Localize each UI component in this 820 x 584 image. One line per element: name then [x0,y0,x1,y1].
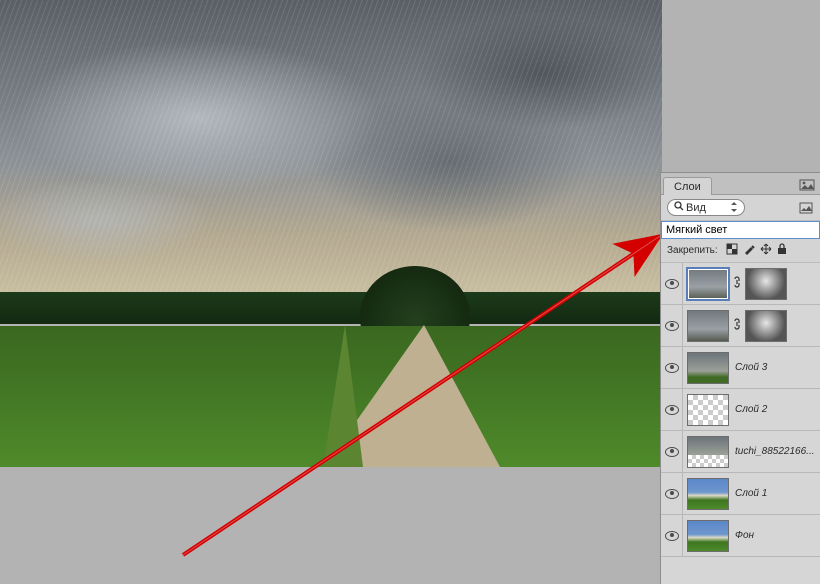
layer-row[interactable]: Слой 3 [661,347,820,389]
layer-thumbnails [683,478,729,510]
lock-paint-icon[interactable] [743,243,755,258]
canvas-area: Слои Вид Закрепить: [0,0,820,584]
visibility-toggle[interactable] [661,431,683,472]
layer-thumbnails [683,268,787,300]
layer-row[interactable]: Фон [661,515,820,557]
layer-filter-dropdown[interactable]: Вид [667,199,745,216]
filter-label: Вид [686,202,706,214]
layer-thumb[interactable] [687,436,729,468]
visibility-toggle[interactable] [661,473,683,514]
layer-thumbnails [683,520,729,552]
layer-row[interactable] [661,263,820,305]
layer-row[interactable]: tuchi_88522166... [661,431,820,473]
eye-icon [665,363,679,373]
eye-icon [665,447,679,457]
layer-thumb[interactable] [687,268,729,300]
image-sky [0,0,662,294]
layer-thumb[interactable] [687,352,729,384]
lock-move-icon[interactable] [760,243,772,258]
visibility-toggle[interactable] [661,347,683,388]
layer-row[interactable]: Слой 1 [661,473,820,515]
visibility-toggle[interactable] [661,305,683,346]
lock-transparent-icon[interactable] [726,243,738,258]
layer-row[interactable]: Слой 2 [661,389,820,431]
visibility-toggle[interactable] [661,515,683,556]
chevron-updown-icon [730,202,738,214]
visibility-toggle[interactable] [661,389,683,430]
panel-tabbar: Слои [661,173,820,195]
eye-icon [665,321,679,331]
layer-thumbnails [683,394,729,426]
tab-layers[interactable]: Слои [663,177,712,195]
blend-mode-row [661,221,820,239]
layer-row[interactable] [661,305,820,347]
eye-icon [665,489,679,499]
layer-thumb[interactable] [687,394,729,426]
layer-name[interactable]: Слой 2 [729,404,818,415]
layer-name[interactable]: Фон [729,530,818,541]
layers-panel: Слои Вид Закрепить: [660,172,820,584]
visibility-toggle[interactable] [661,263,683,304]
layer-name[interactable]: Слой 3 [729,362,818,373]
layer-name[interactable]: Слой 1 [729,488,818,499]
layer-thumbnails [683,352,729,384]
layer-thumb[interactable] [687,310,729,342]
filter-pic-icon[interactable] [798,200,814,216]
layer-name[interactable]: tuchi_88522166... [729,446,818,457]
image-rain-overlay [0,0,662,294]
layer-thumbnails [683,436,729,468]
search-icon [674,201,684,214]
panel-pic-icon[interactable] [794,176,820,194]
lock-label: Закрепить: [667,245,718,256]
mask-thumb[interactable] [745,268,787,300]
lock-all-icon[interactable] [777,243,787,258]
blend-mode-dropdown[interactable] [662,222,819,238]
image-road [0,325,662,467]
mask-thumb[interactable] [745,310,787,342]
eye-icon [665,279,679,289]
image-treeline [0,292,662,324]
document-canvas[interactable] [0,0,662,467]
lock-row: Закрепить: [661,239,820,263]
layer-thumb[interactable] [687,478,729,510]
eye-icon [665,405,679,415]
eye-icon [665,531,679,541]
link-icon[interactable] [731,276,743,291]
layers-list[interactable]: Слой 3 Слой 2 tuchi_88522166... Слой 1 Фон [661,263,820,584]
layer-thumb[interactable] [687,520,729,552]
layer-thumbnails [683,310,787,342]
filter-row: Вид [661,195,820,221]
link-icon[interactable] [731,318,743,333]
